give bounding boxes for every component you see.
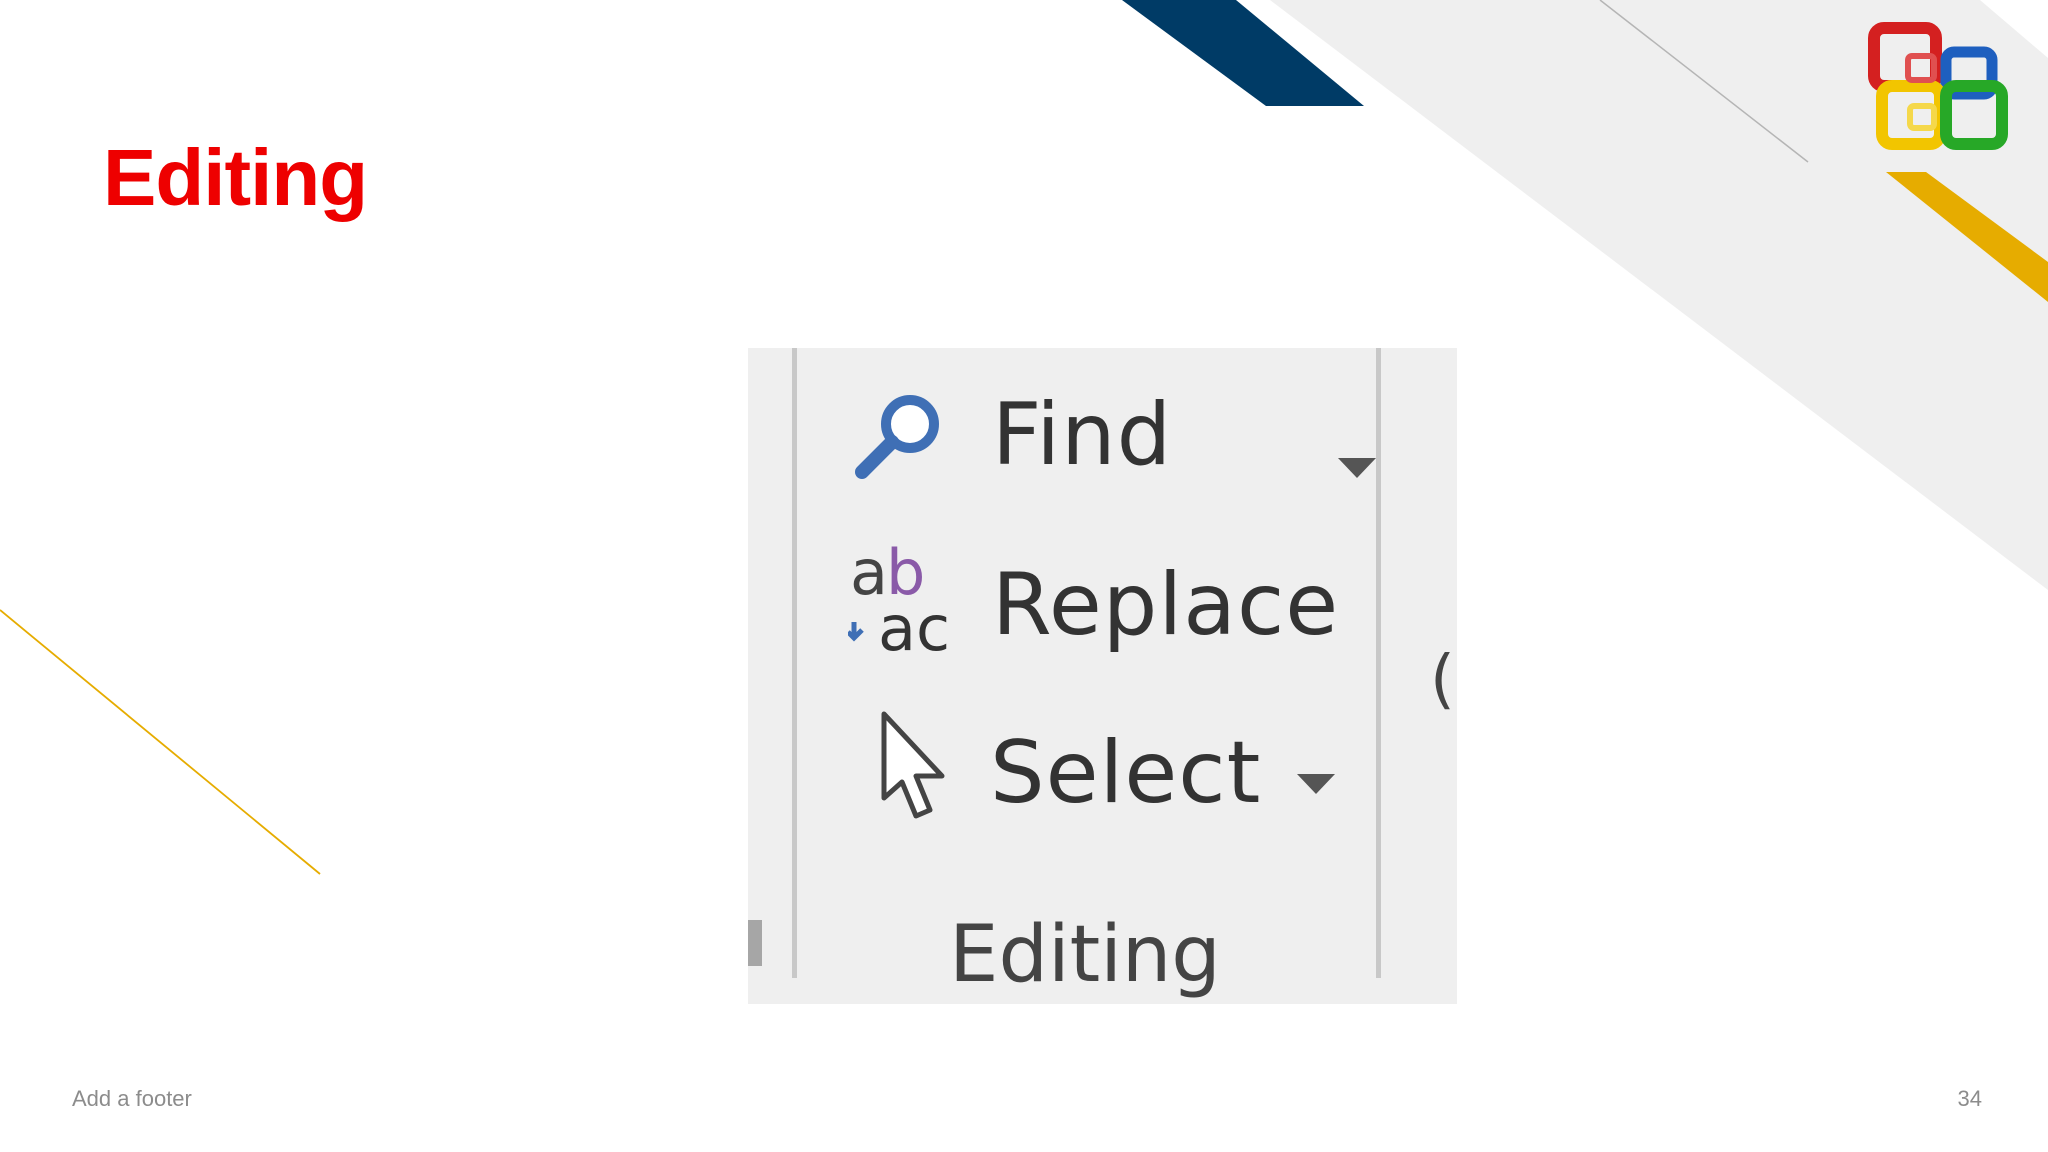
footer-text[interactable]: Add a footer [72,1086,192,1112]
find-button[interactable]: Find [850,382,1376,492]
select-label: Select [990,723,1262,823]
group-label: Editing [949,910,1221,1000]
page-number: 34 [1957,1086,1982,1111]
select-dropdown-arrow-icon[interactable] [1297,774,1335,794]
slide-title: Editing [103,133,368,222]
gold-thin-line [0,609,321,875]
arrow-cursor-icon [881,711,945,819]
magnifier-icon [855,395,939,479]
adjacent-group-fragment-right: ( [1430,643,1455,717]
replace-label: Replace [992,555,1340,655]
slide: Editing ( Find a b ac Replace Select Edi… [0,0,2048,1152]
office-logo-icon [1868,22,2008,150]
group-separator-left [792,348,797,978]
group-separator-right [1376,348,1381,978]
replace-ab-ac-icon: a b ac [848,538,950,658]
select-button[interactable]: Select [878,710,1335,830]
find-dropdown-arrow-icon[interactable] [1338,458,1376,478]
ribbon-editing-group: ( Find a b ac Replace Select Editing [748,348,1457,1004]
svg-text:ac: ac [878,592,950,658]
find-label: Find [992,385,1173,485]
replace-button[interactable]: a b ac Replace [848,538,1368,658]
